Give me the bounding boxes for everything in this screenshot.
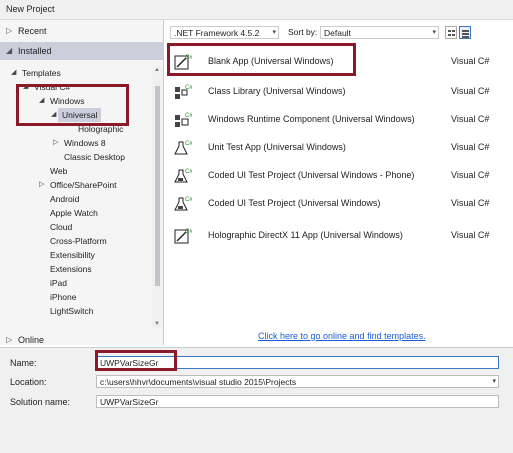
svg-text:C#: C# — [185, 113, 192, 119]
chevron-down-icon: ▾ — [272, 29, 276, 36]
class-library-icon: C# — [174, 83, 192, 101]
blank-app-icon: C# — [174, 53, 192, 71]
tree-item-windows[interactable]: ◢ Windows — [39, 94, 84, 108]
recent-label: Recent — [18, 26, 47, 36]
holographic-app-icon: C# — [174, 227, 192, 245]
chevron-down-icon: ▾ — [432, 29, 436, 36]
tree-item-universal[interactable]: ◢ Universal — [51, 108, 102, 122]
expand-arrow-icon: ▷ — [53, 139, 59, 146]
tree-item-ipad[interactable]: iPad — [50, 276, 67, 290]
online-label: Online — [18, 335, 45, 345]
tree-item-visual-csharp[interactable]: ◢ Visual C# — [23, 80, 70, 94]
expand-arrow-icon: ▷ — [39, 181, 45, 188]
template-item-blank-app[interactable]: C# Blank App (Universal Windows) Visual … — [164, 48, 504, 76]
tree-item-apple-watch[interactable]: Apple Watch — [50, 206, 98, 220]
tree-item-lightswitch[interactable]: LightSwitch — [50, 304, 93, 318]
tree-item-windows-8[interactable]: ▷ Windows 8 — [53, 136, 106, 150]
template-item-holographic[interactable]: C# Holographic DirectX 11 App (Universal… — [164, 222, 504, 250]
template-list: C# Blank App (Universal Windows) Visual … — [164, 42, 513, 332]
template-item-class-library[interactable]: C# Class Library (Universal Windows) Vis… — [164, 78, 504, 106]
tree-item-templates[interactable]: ◢ Templates — [11, 66, 61, 80]
runtime-component-icon: C# — [174, 111, 192, 129]
project-name-input[interactable]: UWPVarSizeGr — [96, 356, 499, 369]
scroll-up-icon[interactable]: ▲ — [154, 67, 160, 73]
svg-text:C#: C# — [185, 229, 192, 235]
tree-item-cloud[interactable]: Cloud — [50, 220, 72, 234]
left-pane: ▷ Recent ◢ Installed ◢ Templates ◢ Visua… — [0, 20, 164, 345]
svg-text:C#: C# — [185, 55, 192, 61]
solution-name-input[interactable]: UWPVarSizeGr — [96, 395, 499, 408]
framework-dropdown[interactable]: .NET Framework 4.5.2 ▾ — [170, 26, 279, 39]
svg-text:C#: C# — [185, 169, 192, 175]
scroll-down-icon[interactable]: ▼ — [154, 321, 160, 327]
template-toolbar: .NET Framework 4.5.2 ▾ Sort by: Default … — [164, 20, 513, 42]
project-name-value: UWPVarSizeGr — [100, 358, 159, 368]
tree-item-android[interactable]: Android — [50, 192, 79, 206]
tree-item-holographic[interactable]: Holographic — [78, 122, 123, 136]
svg-text:C#: C# — [185, 141, 192, 147]
list-view-button[interactable] — [459, 26, 471, 39]
scrollbar-thumb[interactable] — [155, 86, 160, 286]
tree-item-extensibility[interactable]: Extensibility — [50, 248, 95, 262]
framework-value: .NET Framework 4.5.2 — [174, 28, 260, 38]
grid-view-button[interactable] — [445, 26, 457, 39]
tree-item-iphone[interactable]: iPhone — [50, 290, 76, 304]
window-title: New Project — [6, 4, 55, 14]
sort-label: Sort by: — [288, 27, 318, 37]
tree-item-office-sharepoint[interactable]: ▷ Office/SharePoint — [39, 178, 116, 192]
find-templates-online-link[interactable]: Click here to go online and find templat… — [258, 331, 426, 341]
project-details-form: Name: UWPVarSizeGr Location: c:\users\hh… — [0, 347, 513, 453]
coded-ui-test-icon: C# — [174, 195, 192, 213]
location-dropdown[interactable]: c:\users\hhvr\documents\visual studio 20… — [96, 375, 499, 388]
tree-scrollbar[interactable]: ▲ ▼ — [152, 66, 163, 328]
collapse-arrow-icon: ◢ — [23, 83, 29, 90]
location-label: Location: — [10, 377, 47, 387]
sort-value: Default — [324, 28, 351, 38]
online-section[interactable]: ▷ Online — [0, 333, 164, 347]
name-label: Name: — [10, 358, 37, 368]
template-item-coded-ui[interactable]: C# Coded UI Test Project (Universal Wind… — [164, 190, 504, 218]
svg-text:C#: C# — [185, 197, 192, 203]
title-bar: New Project — [0, 0, 513, 20]
recent-section[interactable]: ▷ Recent — [0, 22, 164, 40]
solution-name-value: UWPVarSizeGr — [100, 397, 159, 407]
unit-test-icon: C# — [174, 139, 192, 157]
collapse-arrow-icon: ◢ — [39, 97, 45, 104]
tree-item-web[interactable]: Web — [50, 164, 67, 178]
collapse-arrow-icon: ◢ — [11, 69, 17, 76]
tree-item-extensions[interactable]: Extensions — [50, 262, 92, 276]
collapse-arrow-icon: ◢ — [6, 46, 13, 55]
solution-name-label: Solution name: — [10, 397, 71, 407]
collapse-arrow-icon: ◢ — [51, 111, 57, 118]
template-item-unit-test[interactable]: C# Unit Test App (Universal Windows) Vis… — [164, 134, 504, 162]
location-value: c:\users\hhvr\documents\visual studio 20… — [100, 377, 297, 387]
chevron-down-icon: ▾ — [492, 378, 496, 385]
template-item-coded-ui-phone[interactable]: C# Coded UI Test Project (Universal Wind… — [164, 162, 504, 190]
installed-section[interactable]: ◢ Installed — [0, 42, 164, 60]
tree-item-cross-platform[interactable]: Cross-Platform — [50, 234, 107, 248]
template-item-runtime-component[interactable]: C# Windows Runtime Component (Universal … — [164, 106, 504, 134]
expand-arrow-icon: ▷ — [6, 335, 13, 344]
coded-ui-test-icon: C# — [174, 167, 192, 185]
svg-text:C#: C# — [185, 85, 192, 91]
tree-item-classic-desktop[interactable]: Classic Desktop — [64, 150, 125, 164]
sort-dropdown[interactable]: Default ▾ — [320, 26, 439, 39]
expand-arrow-icon: ▷ — [6, 26, 13, 35]
installed-label: Installed — [18, 46, 52, 56]
template-tree: ◢ Templates ◢ Visual C# ◢ Windows ◢ Univ… — [0, 66, 152, 328]
